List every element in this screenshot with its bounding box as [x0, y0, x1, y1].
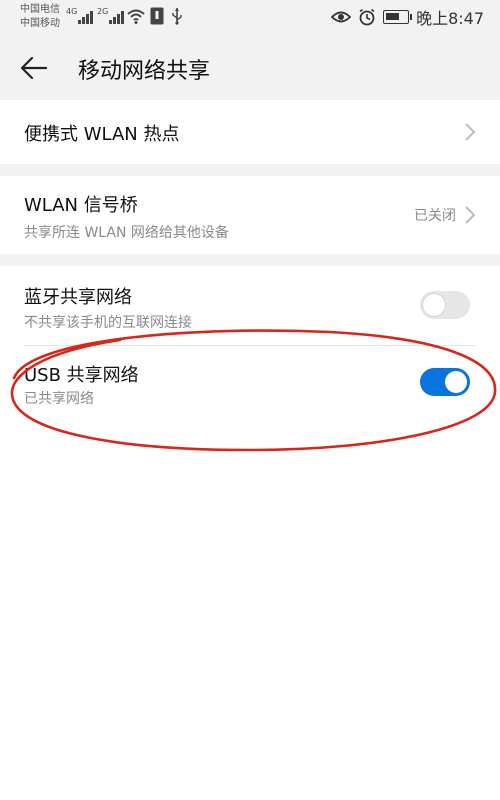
usb-icon: [172, 8, 182, 25]
battery-icon: [383, 10, 413, 24]
usb-tethering-subtitle: 已共享网络: [24, 391, 94, 407]
sim1-signal-icon: 4G: [66, 7, 94, 24]
section-gap: [0, 164, 500, 176]
section-gap: [0, 254, 500, 266]
back-button[interactable]: [14, 50, 54, 86]
wlan-bridge-status: 已关闭: [414, 208, 456, 224]
eye-icon: [331, 11, 352, 23]
usb-tethering-toggle[interactable]: [420, 368, 470, 396]
carrier-2: 中国移动: [20, 18, 60, 29]
wlan-bridge-row[interactable]: WLAN 信号桥 共享所连 WLAN 网络给其他设备 已关闭: [0, 176, 500, 254]
wlan-bridge-title: WLAN 信号桥: [24, 195, 138, 216]
hotspot-title: 便携式 WLAN 热点: [24, 124, 180, 145]
toggle-knob: [423, 294, 445, 316]
toggle-knob: [445, 371, 467, 393]
usb-tethering-row[interactable]: USB 共享网络 已共享网络: [0, 346, 500, 422]
notification-icon: [150, 7, 164, 25]
sim2-network-type: 2G: [97, 7, 109, 16]
alarm-icon: [359, 8, 375, 26]
wlan-bridge-subtitle: 共享所连 WLAN 网络给其他设备: [24, 225, 229, 241]
page-title: 移动网络共享: [78, 59, 211, 84]
chevron-right-icon: [465, 123, 476, 141]
chevron-right-icon: [465, 206, 476, 224]
status-bar: 中国电信 中国移动 4G 2G 晚上8:47: [0, 0, 500, 36]
wifi-icon: [127, 9, 145, 24]
hotspot-row[interactable]: 便携式 WLAN 热点: [0, 100, 500, 164]
bluetooth-tethering-toggle[interactable]: [420, 291, 470, 319]
bluetooth-tethering-title: 蓝牙共享网络: [24, 287, 132, 308]
status-time: 晚上8:47: [416, 9, 484, 28]
usb-tethering-title: USB 共享网络: [24, 365, 139, 386]
back-arrow-icon: [20, 56, 48, 80]
bluetooth-tethering-row[interactable]: 蓝牙共享网络 不共享该手机的互联网连接: [0, 266, 500, 346]
sim2-signal-icon: 2G: [97, 7, 125, 24]
sim1-network-type: 4G: [66, 7, 78, 16]
carrier-names: 中国电信 中国移动: [20, 3, 60, 31]
app-header: 移动网络共享: [0, 36, 500, 100]
bluetooth-tethering-subtitle: 不共享该手机的互联网连接: [24, 315, 192, 331]
carrier-1: 中国电信: [20, 4, 60, 15]
